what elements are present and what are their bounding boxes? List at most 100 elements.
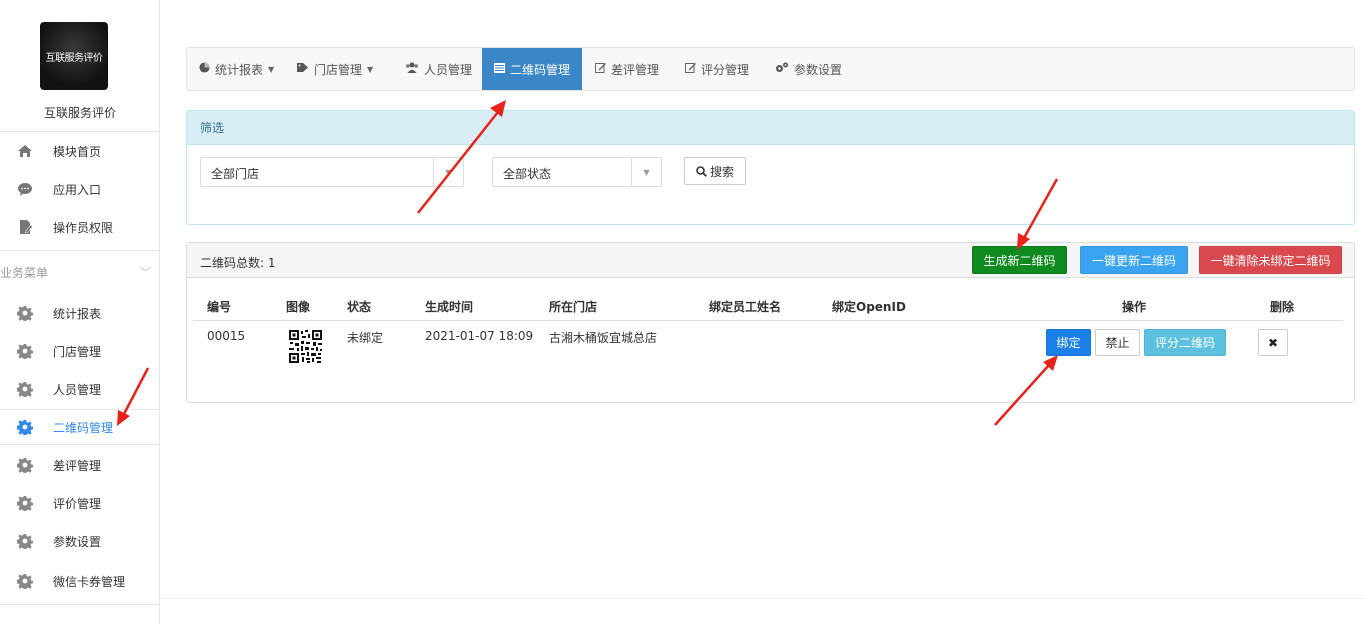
tab-stores[interactable]: 门店管理 ▼ bbox=[285, 48, 385, 90]
gear-icon bbox=[17, 495, 33, 511]
column-header-status: 状态 bbox=[347, 300, 372, 314]
update-all-qrcode-button[interactable]: 一键更新二维码 bbox=[1080, 246, 1188, 274]
sidebar-item-app-entry[interactable]: 应用入口 bbox=[0, 171, 160, 207]
qrcode-image[interactable] bbox=[288, 329, 323, 364]
barcode-icon bbox=[494, 62, 505, 76]
gear-icon bbox=[17, 573, 33, 589]
cell-id: 00015 bbox=[207, 329, 246, 343]
delete-button[interactable]: ✖ bbox=[1258, 329, 1288, 356]
caret-down-icon: ▼ bbox=[367, 64, 374, 74]
status-select[interactable]: 全部状态 ▼ bbox=[492, 157, 662, 187]
tab-label: 差评管理 bbox=[611, 62, 660, 77]
sidebar-item-label: 应用入口 bbox=[53, 182, 102, 197]
score-qrcode-button[interactable]: 评分二维码 bbox=[1144, 329, 1226, 356]
column-header-actions: 操作 bbox=[1122, 300, 1147, 314]
sidebar-item-staff[interactable]: 人员管理 bbox=[0, 371, 160, 407]
edit-icon bbox=[595, 62, 606, 76]
app-logo: 互联服务评价 bbox=[40, 22, 108, 90]
disable-button[interactable]: 禁止 bbox=[1095, 329, 1140, 356]
column-header-created: 生成时间 bbox=[425, 300, 474, 314]
generate-qrcode-button[interactable]: 生成新二维码 bbox=[972, 246, 1067, 274]
filter-panel-title: 筛选 bbox=[187, 111, 1354, 145]
sidebar-divider bbox=[0, 131, 160, 132]
sidebar-item-home[interactable]: 模块首页 bbox=[0, 133, 160, 169]
tab-scores[interactable]: 评分管理 bbox=[673, 48, 761, 90]
sidebar-section-business[interactable]: 业务菜单 ﹀ bbox=[0, 260, 160, 284]
store-select-value: 全部门店 bbox=[211, 167, 260, 181]
tab-label: 评分管理 bbox=[701, 62, 750, 77]
sidebar-item-label: 门店管理 bbox=[53, 344, 102, 359]
sidebar-item-label: 参数设置 bbox=[53, 534, 102, 549]
column-header-image: 图像 bbox=[286, 300, 311, 314]
sidebar-item-label: 统计报表 bbox=[53, 306, 102, 321]
sidebar-item-label: 模块首页 bbox=[53, 144, 102, 159]
list-panel-header: 二维码总数: 1 生成新二维码 一键更新二维码 一键清除未绑定二维码 bbox=[187, 243, 1354, 278]
search-button[interactable]: 搜索 bbox=[684, 157, 746, 185]
filter-panel: 筛选 全部门店 ▼ 全部状态 ▼ 搜索 bbox=[186, 110, 1355, 225]
sidebar-item-label: 评价管理 bbox=[53, 496, 102, 511]
sidebar: 互联服务评价 互联服务评价 模块首页 应用入口 操作员权限 业务菜单 ﹀ 统计报… bbox=[0, 0, 160, 624]
sidebar-item-operator-permissions[interactable]: 操作员权限 bbox=[0, 209, 160, 245]
column-header-employee: 绑定员工姓名 bbox=[709, 300, 782, 314]
column-header-openid: 绑定OpenID bbox=[832, 300, 906, 314]
sidebar-item-label: 人员管理 bbox=[53, 382, 102, 397]
tab-qrcode[interactable]: 二维码管理 bbox=[482, 48, 583, 90]
sidebar-divider bbox=[0, 604, 160, 605]
table-header-divider bbox=[193, 320, 1343, 321]
sidebar-item-qrcode[interactable]: 二维码管理 bbox=[0, 409, 160, 445]
app-name: 互联服务评价 bbox=[43, 106, 116, 120]
tab-stats[interactable]: 统计报表 ▼ bbox=[187, 48, 286, 90]
sidebar-item-label: 微信卡券管理 bbox=[53, 574, 126, 589]
chat-bubble-icon bbox=[17, 181, 33, 197]
gear-icon bbox=[17, 457, 33, 473]
close-icon: ✖ bbox=[1267, 335, 1279, 350]
cell-store: 古湘木桶饭宜城总店 bbox=[549, 331, 658, 345]
gear-icon bbox=[17, 381, 33, 397]
caret-down-icon: ▼ bbox=[433, 158, 463, 186]
app-logo-text: 互联服务评价 bbox=[45, 52, 104, 64]
tab-label: 二维码管理 bbox=[510, 62, 571, 77]
gear-icon bbox=[17, 343, 33, 359]
chevron-down-icon: ﹀ bbox=[140, 266, 151, 279]
qrcode-list-panel: 二维码总数: 1 生成新二维码 一键更新二维码 一键清除未绑定二维码 编号 图像… bbox=[186, 242, 1355, 403]
sidebar-item-label: 差评管理 bbox=[53, 458, 102, 473]
cogs-icon bbox=[775, 62, 789, 76]
edit-icon bbox=[685, 62, 696, 76]
cell-status: 未绑定 bbox=[347, 331, 384, 345]
column-header-store: 所在门店 bbox=[549, 300, 598, 314]
footer-divider bbox=[160, 598, 1366, 599]
sidebar-section-title: 业务菜单 bbox=[0, 266, 49, 280]
tab-bad-reviews[interactable]: 差评管理 bbox=[583, 48, 671, 90]
gear-icon bbox=[17, 419, 33, 435]
gear-icon bbox=[17, 305, 33, 321]
sidebar-item-wechat-coupons[interactable]: 微信卡券管理 bbox=[0, 563, 160, 599]
tab-params[interactable]: 参数设置 bbox=[763, 48, 854, 90]
sidebar-divider bbox=[0, 250, 160, 251]
qrcode-count: 二维码总数: 1 bbox=[200, 256, 276, 270]
tab-label: 参数设置 bbox=[794, 62, 843, 77]
sidebar-item-reviews[interactable]: 评价管理 bbox=[0, 485, 160, 521]
tab-staff[interactable]: 人员管理 bbox=[393, 48, 484, 90]
sidebar-item-bad-reviews[interactable]: 差评管理 bbox=[0, 447, 160, 483]
caret-down-icon: ▼ bbox=[268, 64, 275, 74]
column-header-delete: 删除 bbox=[1270, 300, 1295, 314]
home-icon bbox=[17, 143, 33, 159]
tab-label: 门店管理 bbox=[314, 62, 363, 77]
bind-button[interactable]: 绑定 bbox=[1046, 329, 1091, 356]
sidebar-item-stores[interactable]: 门店管理 bbox=[0, 333, 160, 369]
tab-label: 人员管理 bbox=[424, 62, 473, 77]
magnifier-icon bbox=[696, 165, 707, 177]
sidebar-item-label: 二维码管理 bbox=[53, 420, 114, 435]
store-select[interactable]: 全部门店 ▼ bbox=[200, 157, 464, 187]
sidebar-item-label: 操作员权限 bbox=[53, 220, 114, 235]
status-select-value: 全部状态 bbox=[503, 167, 552, 181]
search-button-label: 搜索 bbox=[709, 164, 734, 179]
sidebar-item-params[interactable]: 参数设置 bbox=[0, 523, 160, 559]
clear-unbound-qrcode-button[interactable]: 一键清除未绑定二维码 bbox=[1199, 246, 1342, 274]
module-navbar: 统计报表 ▼ 门店管理 ▼ 人员管理 二维码管理 差评管理 评分管理 参数设置 bbox=[186, 47, 1355, 91]
tab-label: 统计报表 bbox=[215, 62, 264, 77]
cell-created: 2021-01-07 18:09 bbox=[425, 329, 534, 343]
gear-icon bbox=[17, 533, 33, 549]
tag-icon bbox=[297, 62, 309, 76]
sidebar-item-stats[interactable]: 统计报表 bbox=[0, 295, 160, 331]
